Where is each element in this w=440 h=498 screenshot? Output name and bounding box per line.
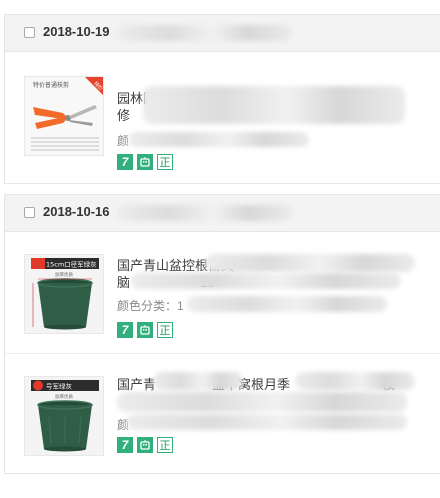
thumb-sub: 加厚优质: [55, 271, 73, 278]
service-badges: 7 正: [117, 322, 173, 338]
robot-service-icon[interactable]: [137, 322, 153, 338]
sku-label: 颜: [117, 134, 130, 148]
thumb-banner: 号军绿灰: [46, 382, 73, 391]
order-item: 号军绿灰 加厚优质 国产青盆不窝根月季枚 颜 7 正: [5, 354, 440, 475]
order-card: 2018-10-19 特价普通枝剪 特价 园林园艺 修: [4, 14, 440, 184]
redacted-title: [205, 254, 415, 272]
genuine-icon[interactable]: 正: [157, 322, 173, 338]
order-select-checkbox[interactable]: [24, 27, 35, 38]
seven-day-return-icon[interactable]: 7: [117, 437, 133, 453]
genuine-icon[interactable]: 正: [157, 154, 173, 170]
redacted-title: [117, 392, 407, 412]
redacted-title: [153, 372, 243, 390]
redacted-order-info: [117, 205, 292, 221]
thumb-banner: 特价普通枝剪: [33, 81, 69, 89]
seven-day-return-icon[interactable]: 7: [117, 154, 133, 170]
redacted-sku: [127, 414, 407, 430]
thumb-banner: 15cm口径军绿灰: [46, 260, 97, 269]
service-badges: 7 正: [117, 154, 173, 170]
redacted-title: [143, 86, 405, 124]
robot-service-icon[interactable]: [137, 154, 153, 170]
order-card: 2018-10-16 15cm口径军绿灰 加厚优质 国产青山盆控根苗尖 脑10: [4, 194, 440, 474]
flower-pot-image: 15cm口径军绿灰 加厚优质: [25, 255, 103, 333]
order-item: 特价普通枝剪 特价 园林园艺 修 颜 7: [5, 52, 440, 185]
redacted-title: [131, 273, 401, 289]
pruning-shears-image: 特价普通枝剪 特价: [25, 77, 103, 155]
product-thumbnail[interactable]: 15cm口径军绿灰 加厚优质: [24, 254, 104, 334]
order-select-checkbox[interactable]: [24, 207, 35, 218]
redacted-title: [295, 372, 415, 390]
redacted-order-info: [117, 25, 292, 41]
order-date: 2018-10-16: [43, 204, 110, 219]
order-header: 2018-10-19: [5, 15, 440, 52]
order-item: 15cm口径军绿灰 加厚优质 国产青山盆控根苗尖 脑10 颜色分类：1 7 正: [5, 232, 440, 353]
sku-label: 颜色分类：1: [117, 299, 184, 313]
product-thumbnail[interactable]: 号军绿灰 加厚优质: [24, 376, 104, 456]
thumb-sub: 加厚优质: [55, 393, 73, 400]
redacted-sku: [187, 296, 387, 312]
genuine-icon[interactable]: 正: [157, 437, 173, 453]
service-badges: 7 正: [117, 437, 173, 453]
flower-pot-image: 号军绿灰 加厚优质: [25, 377, 103, 455]
robot-service-icon[interactable]: [137, 437, 153, 453]
product-thumbnail[interactable]: 特价普通枝剪 特价: [24, 76, 104, 156]
seven-day-return-icon[interactable]: 7: [117, 322, 133, 338]
order-header: 2018-10-16: [5, 195, 440, 232]
order-date: 2018-10-19: [43, 24, 110, 39]
redacted-sku: [129, 132, 309, 147]
